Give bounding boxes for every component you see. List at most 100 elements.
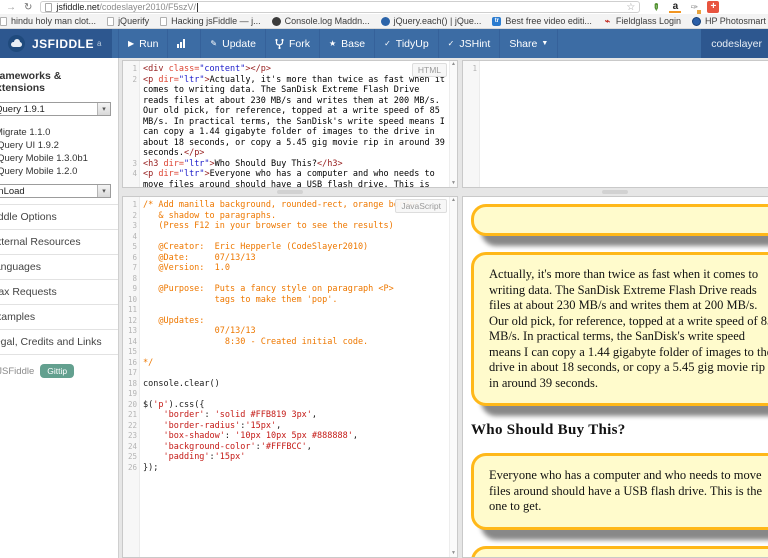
update-button[interactable]: ✎ Update: [200, 29, 265, 58]
run-button[interactable]: ▶ Run: [118, 29, 167, 58]
code-text: 8:30 - Created initial code.: [143, 336, 369, 347]
scroll-down-icon[interactable]: ▼: [451, 550, 456, 557]
base-button[interactable]: ★ Base: [318, 29, 374, 58]
jsfiddle-logo-text: JSFIDDLE: [32, 36, 95, 51]
code-text: 07/13/13: [143, 326, 256, 336]
jshint-button[interactable]: ✓ JSHint: [437, 29, 500, 58]
code-text: @Updates:: [143, 315, 205, 326]
extension-item[interactable]: jQuery Mobile 1.2.0: [0, 165, 118, 178]
bookmark-item[interactable]: ⌁ Fieldglass Login: [603, 15, 681, 27]
code-text: <p dir="ltr">Actually, it's more than tw…: [143, 74, 451, 159]
bookmark-item[interactable]: Hacking jsFiddle — j...: [160, 16, 261, 26]
javascript-editor-panel[interactable]: 1/* Add manilla background, rounded-rect…: [122, 196, 458, 558]
line-number: 1: [132, 200, 137, 209]
bookmark-item[interactable]: Console.log Maddn...: [271, 16, 370, 26]
button-label: Update: [222, 37, 256, 50]
line-number: 2: [132, 210, 137, 220]
html-scrollbar[interactable]: ▲ ▼: [449, 61, 457, 187]
sidebar-section-examples[interactable]: Examples: [0, 304, 118, 329]
tidyup-button[interactable]: ✓ TidyUp: [374, 29, 438, 58]
extension-item[interactable]: jQuery UI 1.9.2: [0, 139, 118, 152]
sidebar-section-external-resources[interactable]: External Resources: [0, 229, 118, 254]
css-code-area[interactable]: 1: [463, 61, 760, 187]
onload-select-value: onLoad: [0, 185, 25, 197]
bookmark-item[interactable]: jQuery.each() | jQue...: [380, 16, 481, 26]
result-paragraph-box: [471, 204, 768, 236]
stats-button[interactable]: [167, 29, 200, 58]
scroll-up-icon[interactable]: ▲: [451, 61, 456, 68]
reload-icon[interactable]: ↻: [24, 2, 32, 13]
html-editor-panel[interactable]: 1 <div class="content"></p> 2 <p dir="ltr">…: [122, 60, 458, 188]
code-line: 3 (Press F12 in your browser to see the …: [123, 221, 449, 232]
scroll-up-icon[interactable]: ▲: [451, 197, 456, 204]
sidebar-section-languages[interactable]: Languages: [0, 254, 118, 279]
bookmark-star-icon[interactable]: ☆: [626, 2, 635, 13]
chevron-down-icon: ▾: [97, 103, 110, 115]
caret-down-icon: ▼: [541, 40, 549, 47]
eyedropper-icon[interactable]: ✑: [688, 1, 702, 14]
onload-select[interactable]: onLoad ▾: [0, 184, 111, 198]
add-extension-icon[interactable]: +: [707, 1, 720, 13]
code-line: 5 @Creator: Eric Hepperle (CodeSlayer201…: [123, 242, 449, 253]
bookmark-item[interactable]: tr Best free video editi...: [492, 16, 592, 26]
splitter-grip[interactable]: [277, 190, 303, 194]
line-number: 5: [132, 242, 137, 251]
line-number: 25: [127, 452, 137, 461]
bookmark-item[interactable]: jQuerify: [107, 16, 149, 26]
result-splitter[interactable]: [462, 189, 768, 195]
page-icon: [45, 2, 53, 12]
amazon-icon[interactable]: a: [669, 1, 682, 13]
code-text: 'border': 'solid #FFB819 3px',: [163, 410, 318, 420]
line-number: 24: [127, 441, 137, 451]
code-line: 11: [123, 305, 449, 316]
code-line: 17: [123, 368, 449, 379]
splitter-grip[interactable]: [602, 190, 628, 194]
code-line: 25 'padding':'15px': [123, 452, 449, 463]
html-code-area[interactable]: 1 <div class="content"></p> 2 <p dir="ltr">…: [123, 61, 449, 187]
line-number: 14: [127, 336, 137, 346]
extension-item[interactable]: jQuery Mobile 1.3.0b1: [0, 152, 118, 165]
fieldglass-favicon-icon: ⌁: [604, 15, 611, 26]
editor-splitter[interactable]: [122, 189, 458, 195]
bookmark-item[interactable]: hindu holy man clot...: [0, 16, 96, 26]
line-number: 7: [132, 263, 137, 272]
line-number: 3: [132, 221, 137, 230]
code-text: (Press F12 in your browser to see the re…: [143, 221, 394, 231]
button-label: Share: [509, 37, 538, 50]
sidebar-section-ajax-requests[interactable]: Ajax Requests: [0, 279, 118, 304]
code-line: 20 $('p').css({: [123, 400, 449, 411]
user-menu[interactable]: codeslayer: [701, 29, 768, 58]
code-line: 15: [123, 347, 449, 358]
sidebar-section-legal-credits-and-links[interactable]: Legal, Credits and Links: [0, 329, 118, 354]
jsfiddle-logo[interactable]: JSFIDDLE a: [0, 29, 112, 58]
scroll-down-icon[interactable]: ▼: [451, 180, 456, 187]
result-content: Actually, it's more than twice as fast w…: [463, 197, 768, 557]
bookmark-label: HP Photosmart 7510...: [704, 16, 768, 26]
jsfiddle-navbar: JSFIDDLE a ▶ Run ✎ Update Fork ★ Base ✓ TidyUp ✓ J…: [0, 29, 768, 58]
framework-select[interactable]: jQuery 1.9.1 ▾: [0, 102, 111, 116]
code-text: <h3 dir="ltr">Who Should Buy This?</h3>: [143, 158, 343, 169]
line-number: 1: [472, 64, 477, 73]
fork-button[interactable]: Fork: [264, 29, 319, 58]
code-text: });: [143, 462, 159, 473]
result-heading: Who Should Buy This?: [471, 422, 626, 438]
code-line: 16 */: [123, 358, 449, 369]
bookmark-item[interactable]: HP Photosmart 7510...: [691, 16, 768, 26]
forward-arrow-icon[interactable]: →: [6, 2, 16, 13]
framework-select-value: jQuery 1.9.1: [0, 103, 45, 115]
extension-item[interactable]: Migrate 1.1.0: [0, 126, 118, 139]
bookmark-label: Fieldglass Login: [615, 16, 681, 26]
star-icon: ★: [328, 39, 337, 48]
css-editor-panel[interactable]: 1: [462, 60, 768, 188]
address-bar[interactable]: jsfiddle.net/codeslayer2010/F5szV/ ☆: [40, 1, 641, 13]
gittip-button[interactable]: Gittip: [40, 364, 75, 378]
share-button[interactable]: Share ▼: [499, 29, 559, 58]
line-number: 26: [127, 462, 137, 472]
sidebar-section-fiddle-options[interactable]: Fiddle Options: [0, 204, 118, 229]
javascript-code-area[interactable]: 1/* Add manilla background, rounded-rect…: [123, 197, 449, 557]
javascript-scrollbar[interactable]: ▲ ▼: [449, 197, 457, 557]
code-line: 24 'background-color':'#FFFBCC',: [123, 442, 449, 453]
bookmark-label: Hacking jsFiddle — j...: [171, 16, 261, 26]
line-number: 6: [132, 252, 137, 262]
sidebar-sections: Fiddle OptionsExternal ResourcesLanguage…: [0, 204, 118, 354]
